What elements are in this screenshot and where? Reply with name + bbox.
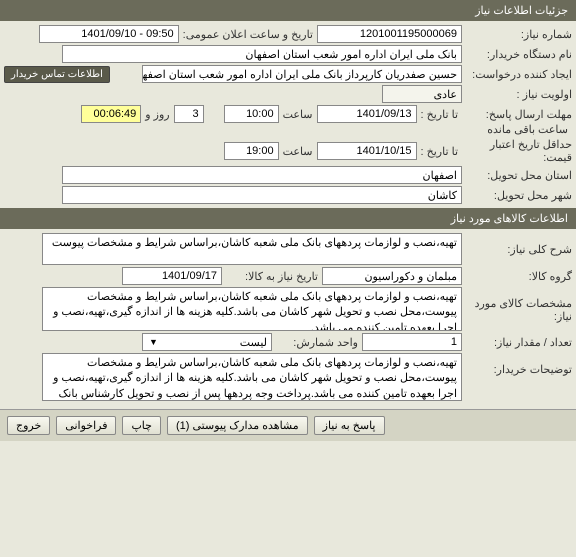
deadline-date-field[interactable]: 1401/09/13 — [317, 105, 417, 123]
desc-field[interactable]: تهیه،نصب و لوازمات پردههای بانک ملی شعبه… — [42, 233, 462, 265]
exit-button[interactable]: خروج — [7, 416, 50, 435]
buyer-field[interactable]: بانک ملی ایران اداره امور شعب استان اصفه… — [62, 45, 462, 63]
creator-field[interactable]: حسین صفدریان کارپرداز بانک ملی ایران ادا… — [142, 65, 462, 83]
pub-datetime-field[interactable]: 09:50 - 1401/09/10 — [39, 25, 179, 43]
respond-button[interactable]: پاسخ به نیاز — [314, 416, 385, 435]
countdown-field: 00:06:49 — [81, 105, 141, 123]
city-field[interactable]: کاشان — [62, 186, 462, 204]
days-field: 3 — [174, 105, 204, 123]
goods-header: اطلاعات کالاهای مورد نیاز — [0, 208, 576, 229]
unit-label: واحد شمارش: — [272, 336, 362, 349]
chevron-down-icon: ▼ — [147, 337, 160, 347]
group-label: گروه کالا: — [462, 270, 572, 283]
unit-dropdown[interactable]: لیست ▼ — [142, 333, 272, 351]
contact-buyer-button[interactable]: اطلاعات تماس خریدار — [4, 66, 110, 83]
goods-section: شرح کلی نیاز: تهیه،نصب و لوازمات پردههای… — [0, 229, 576, 405]
need-no-field[interactable]: 1201001195000069 — [317, 25, 462, 43]
remaining-label: ساعت باقی مانده — [483, 123, 572, 136]
buyer-label: نام دستگاه خریدار: — [462, 48, 572, 61]
province-label: استان محل تحویل: — [462, 169, 572, 182]
until-time-field[interactable]: 19:00 — [224, 142, 279, 160]
time-label-2: ساعت — [279, 145, 317, 158]
details-header: جزئیات اطلاعات نیاز — [0, 0, 576, 21]
priority-label: اولویت نیاز : — [462, 88, 572, 101]
until-label-1: تا تاریخ : — [417, 108, 462, 121]
city-label: شهر محل تحویل: — [462, 189, 572, 202]
province-field[interactable]: اصفهان — [62, 166, 462, 184]
unit-value: لیست — [240, 336, 267, 349]
action-bar: پاسخ به نیاز مشاهده مدارک پیوستی (1) چاپ… — [0, 409, 576, 441]
qty-field[interactable]: 1 — [362, 333, 462, 351]
pub-datetime-label: تاریخ و ساعت اعلان عمومی: — [179, 28, 317, 41]
priority-field: عادی — [382, 85, 462, 103]
until-date-field[interactable]: 1401/10/15 — [317, 142, 417, 160]
print-button[interactable]: چاپ — [122, 416, 161, 435]
need-no-label: شماره نیاز: — [462, 28, 572, 41]
clipboard-button[interactable]: فراخوانی — [56, 416, 116, 435]
price-validity-label: حداقل تاریخ اعتبار قیمت: — [462, 138, 572, 164]
creator-label: ایجاد کننده درخواست: — [462, 68, 572, 81]
desc-label: شرح کلی نیاز: — [462, 243, 572, 256]
need-date-label: تاریخ نیاز به کالا: — [222, 270, 322, 283]
attachments-button[interactable]: مشاهده مدارک پیوستی (1) — [167, 416, 308, 435]
group-field[interactable]: مبلمان و دکوراسیون — [322, 267, 462, 285]
qty-label: تعداد / مقدار نیاز: — [462, 336, 572, 349]
need-details-section: شماره نیاز: 1201001195000069 تاریخ و ساع… — [0, 21, 576, 208]
spec-label: مشخصات کالای مورد نیاز: — [462, 287, 572, 323]
buyer-notes-label: توضیحات خریدار: — [462, 353, 572, 376]
deadline-time-field[interactable]: 10:00 — [224, 105, 279, 123]
days-and-label: روز و — [141, 108, 173, 121]
until-label-2: تا تاریخ : — [417, 145, 462, 158]
need-date-field[interactable]: 1401/09/17 — [122, 267, 222, 285]
spec-field[interactable]: تهیه،نصب و لوازمات پردههای بانک ملی شعبه… — [42, 287, 462, 331]
time-label-1: ساعت — [279, 108, 317, 121]
deadline-label: مهلت ارسال پاسخ: — [462, 108, 572, 121]
buyer-notes-field[interactable]: تهیه،نصب و لوازمات پردههای بانک ملی شعبه… — [42, 353, 462, 401]
